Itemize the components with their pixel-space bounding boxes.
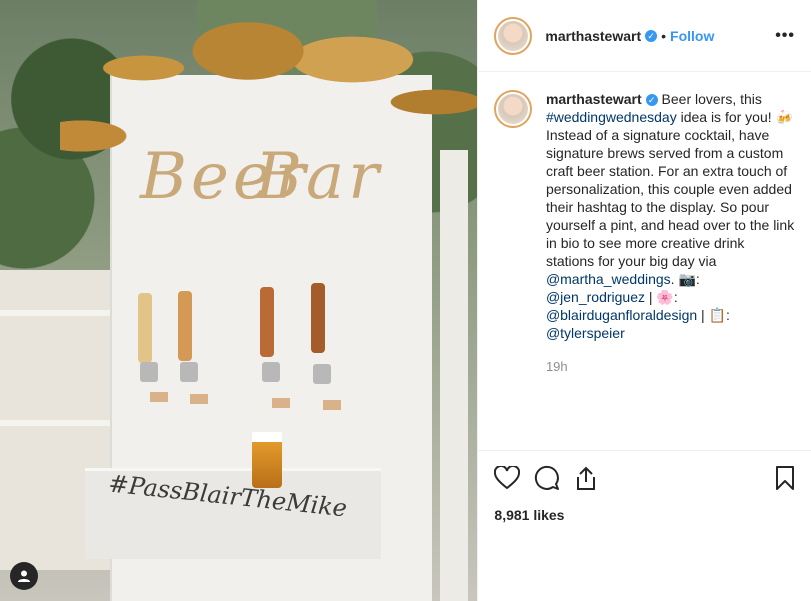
more-options-icon[interactable]: ••• <box>775 27 795 45</box>
share-icon[interactable] <box>574 465 598 491</box>
tap-faucet <box>262 362 280 382</box>
caption-avatar[interactable] <box>494 90 532 128</box>
action-icons <box>494 463 795 493</box>
action-bar: 8,981 likes <box>478 450 811 523</box>
tap-tag <box>323 400 341 410</box>
mention-link[interactable]: @martha_weddings <box>546 271 671 287</box>
tap-handle <box>311 283 325 353</box>
post-timestamp[interactable]: 19h <box>546 358 794 376</box>
caption-fragment: . 📷: <box>670 271 700 287</box>
instagram-post: Beer Bar #PassBlairTheMike marthastewart… <box>0 0 811 601</box>
post-photo[interactable]: Beer Bar #PassBlairTheMike <box>0 0 478 601</box>
tap-tag <box>150 392 168 402</box>
caption-fragment: | 🌸: <box>644 289 678 305</box>
comment-icon[interactable] <box>534 465 560 491</box>
like-count[interactable]: 8,981 likes <box>494 507 795 523</box>
shelf-board <box>0 310 110 316</box>
caption-fragment: | 📋: <box>697 307 730 323</box>
user-icon <box>18 570 30 582</box>
post-sidebar: marthastewart ✓ • Follow ••• marthastewa… <box>477 0 811 601</box>
username-link[interactable]: marthastewart <box>545 28 641 44</box>
tap-faucet <box>180 362 198 382</box>
follow-button[interactable]: Follow <box>670 28 714 44</box>
mention-link[interactable]: @jen_rodriguez <box>546 289 645 305</box>
separator-dot: • <box>661 27 667 44</box>
tap-faucet <box>313 364 331 384</box>
hashtag-link[interactable]: #weddingwednesday <box>546 109 677 125</box>
mention-link[interactable]: @blairduganfloraldesign <box>546 307 697 323</box>
sign-word-right: Bar <box>255 140 383 214</box>
caption-block: marthastewart ✓ Beer lovers, this #weddin… <box>494 90 794 376</box>
caption-fragment: Beer lovers, this <box>657 91 762 107</box>
tap-handle <box>138 293 152 363</box>
caption-fragment: idea is for you! 🍻 Instead of a signatur… <box>545 109 795 269</box>
caption-username-link[interactable]: marthastewart <box>546 91 642 107</box>
bookmark-icon[interactable] <box>775 465 795 491</box>
shelf-board <box>0 420 110 426</box>
tagged-users-button[interactable] <box>10 562 38 590</box>
avatar-image <box>498 94 529 124</box>
tap-tag <box>190 394 208 404</box>
white-post <box>440 150 468 601</box>
tap-faucet <box>140 362 158 382</box>
beer-glass <box>252 432 282 488</box>
tap-handle <box>178 291 192 361</box>
caption-text: marthastewart ✓ Beer lovers, this #weddin… <box>546 90 794 376</box>
tap-handle <box>260 287 274 357</box>
verified-badge-icon: ✓ <box>645 94 658 106</box>
tap-tag <box>272 398 290 408</box>
avatar-image <box>498 20 529 51</box>
mention-link[interactable]: @tylerspeier <box>546 325 625 341</box>
post-header: marthastewart ✓ • Follow ••• <box>478 0 811 72</box>
avatar[interactable] <box>494 16 533 55</box>
verified-badge-icon: ✓ <box>645 29 658 42</box>
heart-icon[interactable] <box>494 466 521 490</box>
